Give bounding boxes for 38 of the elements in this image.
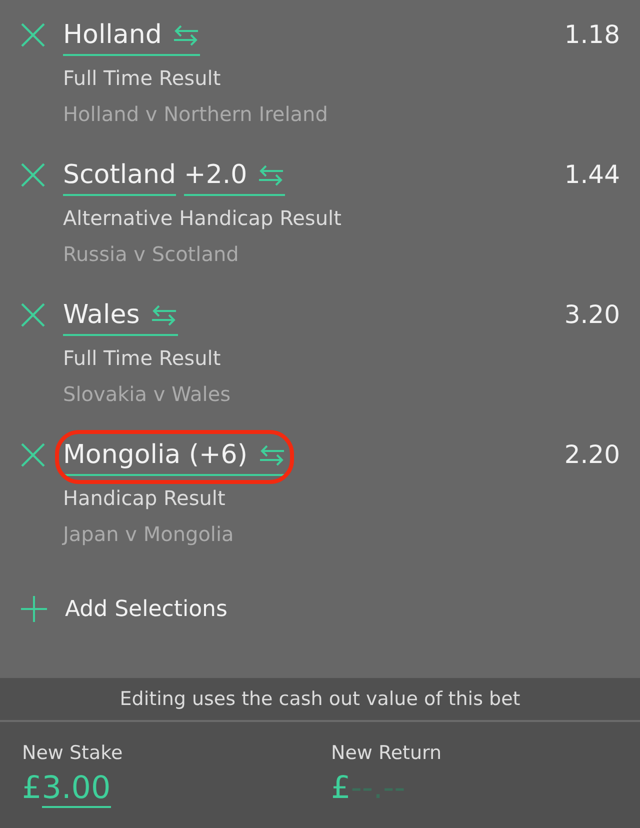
selection-name[interactable]: Wales (63, 298, 140, 332)
close-icon (20, 302, 46, 328)
close-icon (20, 162, 46, 188)
event-text: Russia v Scotland (63, 241, 240, 268)
swap-icon[interactable] (257, 163, 286, 187)
stake-field[interactable]: 3.00 (42, 770, 111, 808)
odds-text: 2.20 (564, 439, 620, 471)
close-icon (20, 442, 46, 468)
odds-text: 3.20 (564, 299, 620, 331)
plus-icon (20, 595, 48, 623)
swap-icon[interactable] (172, 23, 200, 47)
selection-name[interactable]: +2.0 (184, 158, 248, 192)
remove-button[interactable] (20, 442, 46, 468)
return-value: --.-- (350, 770, 406, 806)
market-text: Full Time Result (63, 65, 222, 92)
market-text: Full Time Result (63, 345, 222, 372)
stake-label: New Stake (22, 742, 124, 764)
return-label: New Return (331, 742, 443, 764)
add-selections-button[interactable]: Add Selections (20, 595, 228, 623)
odds-text: 1.18 (564, 19, 620, 51)
event-text: Japan v Mongolia (63, 521, 235, 548)
selection-name[interactable]: Scotland (63, 158, 176, 192)
event-text: Holland v Northern Ireland (63, 101, 329, 128)
currency-symbol: £ (331, 770, 351, 806)
market-text: Alternative Handicap Result (63, 205, 342, 232)
selection-name[interactable]: Mongolia (+6) (63, 438, 248, 472)
selection-name[interactable]: Holland (63, 18, 162, 52)
market-text: Handicap Result (63, 485, 226, 512)
event-text: Slovakia v Wales (63, 381, 232, 408)
remove-button[interactable] (20, 162, 46, 188)
close-icon (20, 22, 46, 48)
currency-symbol: £ (22, 770, 42, 808)
notice-text: Editing uses the cash out value of this bet (0, 678, 640, 722)
remove-button[interactable] (20, 22, 46, 48)
swap-icon[interactable] (150, 303, 178, 327)
remove-button[interactable] (20, 302, 46, 328)
swap-icon[interactable] (258, 443, 286, 467)
odds-text: 1.44 (564, 159, 620, 191)
